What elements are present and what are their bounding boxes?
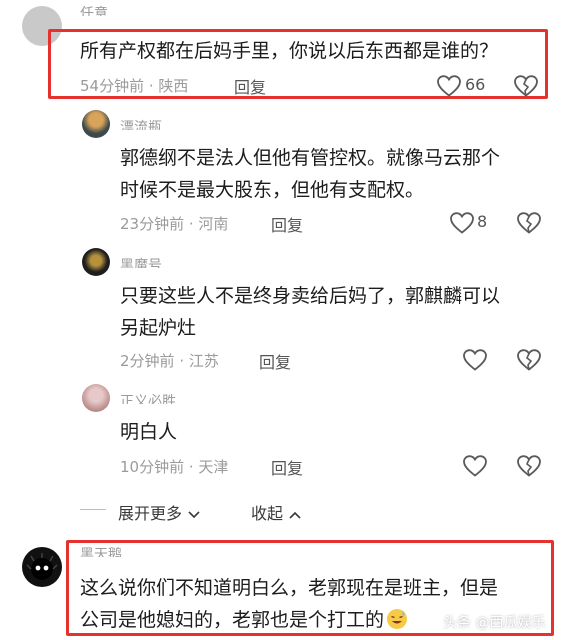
comment-text: 只要这些人不是终身卖给后妈了，郭麒麟可以: [120, 285, 501, 307]
expand-more-button[interactable]: 展开更多: [118, 500, 201, 524]
username[interactable]: 黑魔号: [120, 256, 162, 268]
dislike-icon[interactable]: [513, 74, 539, 98]
chevron-up-icon: [289, 511, 301, 519]
comment-location: 河南: [198, 215, 229, 233]
collapse-button[interactable]: 收起: [251, 500, 302, 524]
comment-time: 2分钟前: [120, 352, 175, 370]
avatar[interactable]: [82, 248, 110, 276]
comment-text: 时候不是最大股东，但他有支配权。: [120, 179, 425, 201]
like-count: 66: [465, 75, 486, 94]
comment-location: 江苏: [188, 352, 219, 370]
dislike-icon[interactable]: [516, 211, 542, 235]
sweat-smile-emoji-icon: [387, 609, 408, 629]
username[interactable]: 任意: [80, 4, 108, 16]
comment-meta: 10分钟前 · 天津: [120, 456, 228, 477]
comment-text: 明白人: [120, 421, 178, 443]
meta-separator: ·: [184, 458, 199, 476]
watermark: 头条 @西瓜娱乐: [443, 615, 546, 631]
comment-text: 所有产权都在后妈手里，你说以后东西都是谁的？: [80, 40, 499, 62]
comment-meta: 23分钟前 · 河南: [120, 213, 228, 234]
expand-divider: [80, 509, 106, 510]
username[interactable]: 漂流瓶: [120, 118, 162, 130]
comment-text: 另起炉灶: [120, 317, 197, 339]
comment-time: 10分钟前: [120, 458, 185, 476]
heart-icon[interactable]: [462, 454, 488, 478]
comment-location: 陕西: [158, 77, 189, 95]
like-count: 8: [477, 212, 488, 231]
heart-icon[interactable]: [436, 74, 462, 98]
comment-time: 54分钟前: [80, 77, 145, 95]
reply-button[interactable]: 回复: [271, 455, 303, 479]
avatar[interactable]: [82, 384, 110, 412]
meta-separator: ·: [174, 352, 189, 370]
heart-icon[interactable]: [449, 211, 475, 235]
comment-text: 这么说你们不知道明白么，老郭现在是班主，但是: [80, 577, 499, 599]
collapse-label: 收起: [251, 504, 284, 523]
avatar-figure-icon: [26, 553, 58, 580]
chevron-down-icon: [188, 510, 200, 518]
reply-button[interactable]: 回复: [271, 212, 303, 236]
dislike-icon[interactable]: [516, 348, 542, 372]
comment-meta: 54分钟前 · 陕西: [80, 75, 188, 96]
comment-location: 天津: [198, 458, 229, 476]
comment-text: 公司是他媳妇的，老郭也是个打工的: [80, 604, 408, 636]
comment-time: 23分钟前: [120, 215, 185, 233]
avatar[interactable]: [22, 547, 62, 587]
avatar[interactable]: [82, 110, 110, 138]
username[interactable]: 正义必胜: [120, 392, 176, 404]
meta-separator: ·: [144, 77, 159, 95]
reply-button[interactable]: 回复: [259, 349, 291, 373]
comment-text: 郭德纲不是法人但他有管控权。就像马云那个: [120, 147, 501, 169]
comment-meta: 2分钟前 · 江苏: [120, 350, 219, 371]
heart-icon[interactable]: [462, 348, 488, 372]
dislike-icon[interactable]: [516, 454, 542, 478]
reply-button[interactable]: 回复: [234, 74, 266, 98]
meta-separator: ·: [184, 215, 199, 233]
expand-more-label: 展开更多: [118, 504, 183, 523]
comment-text-line: 公司是他媳妇的，老郭也是个打工的: [80, 609, 385, 631]
